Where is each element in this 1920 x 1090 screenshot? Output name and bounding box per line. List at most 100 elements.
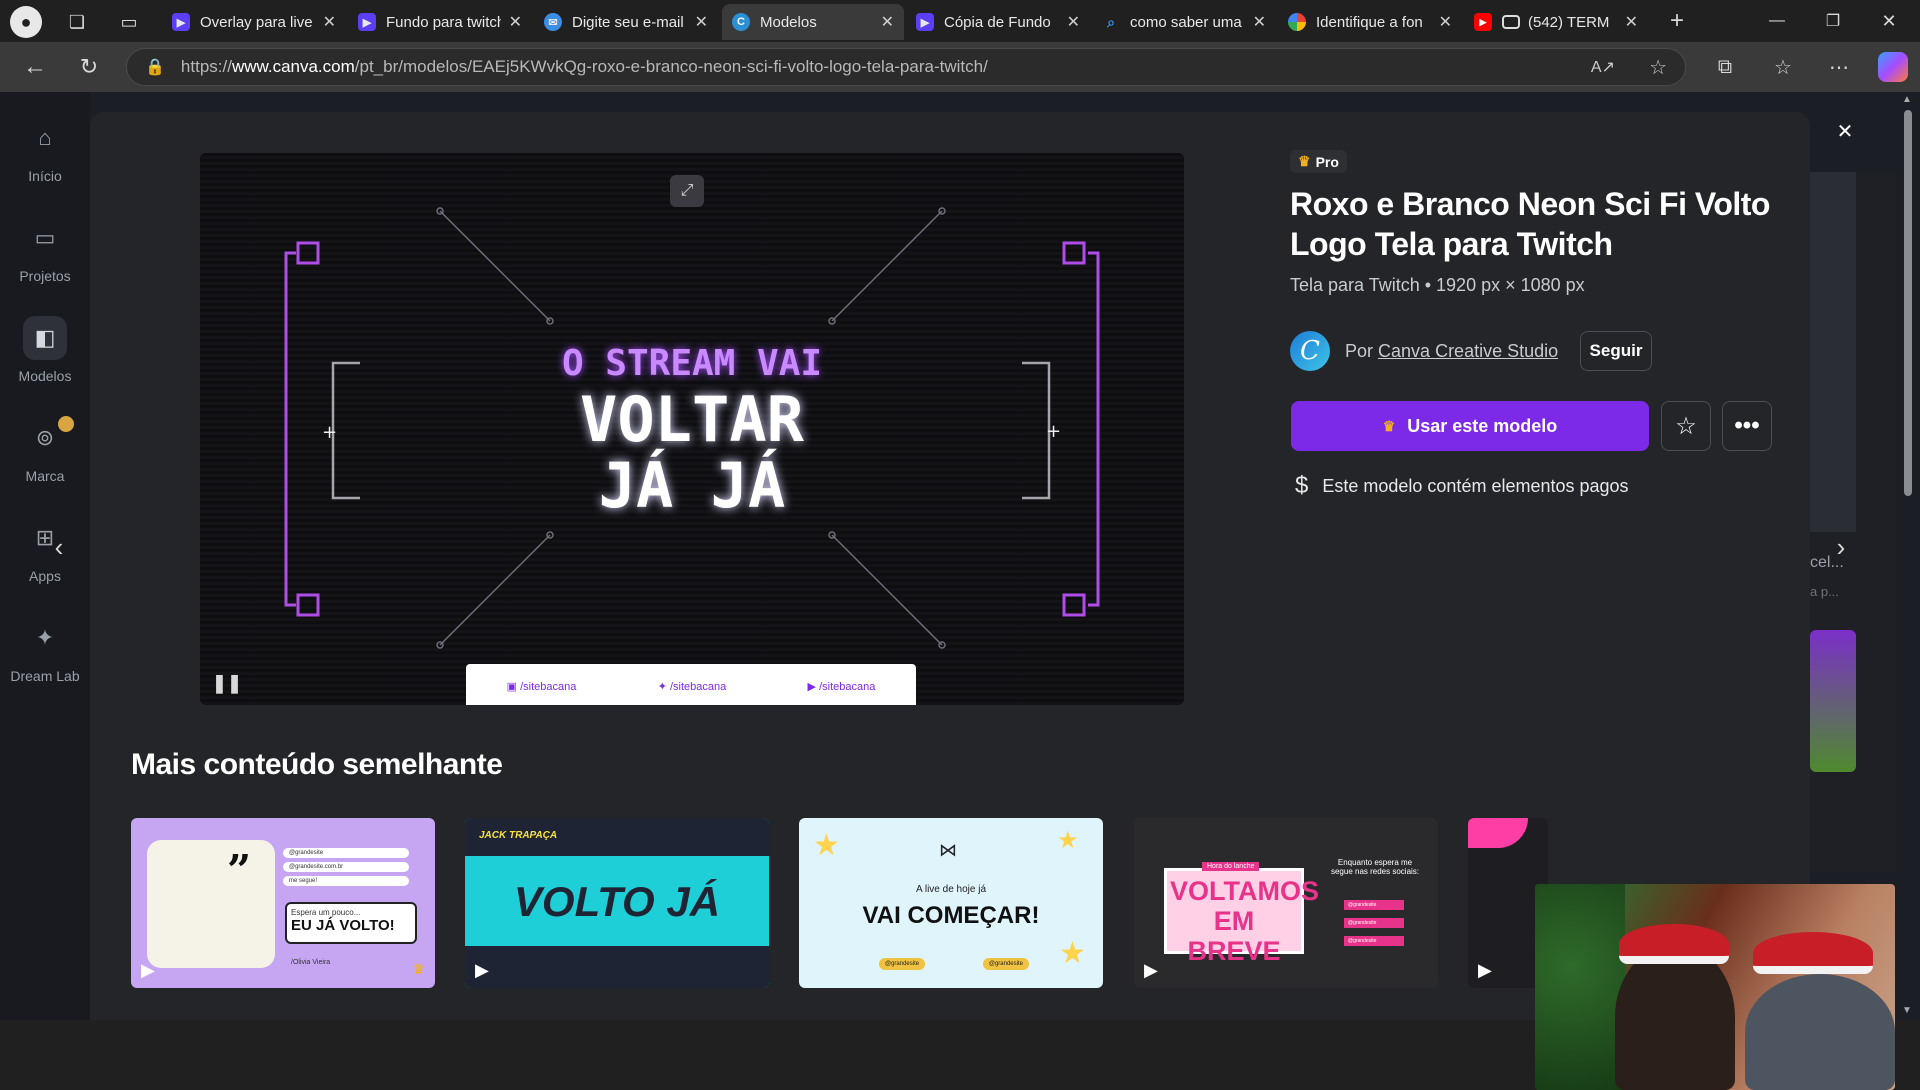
home-icon: ⌂ bbox=[38, 125, 52, 150]
scroll-thumb[interactable] bbox=[1904, 110, 1912, 496]
close-tab-icon[interactable]: ✕ bbox=[1625, 12, 1638, 32]
author-line: Por Canva Creative Studio bbox=[1345, 341, 1559, 361]
tab-identifique[interactable]: Identifique a fon ✕ bbox=[1278, 4, 1462, 40]
sidebar-item-dreamlab[interactable]: ✦ Dream Lab bbox=[0, 616, 90, 684]
play-icon[interactable]: ▶ bbox=[1478, 960, 1498, 980]
dreamlab-icon: ✦ bbox=[35, 625, 55, 650]
dollar-icon: $ bbox=[1295, 472, 1309, 499]
more-options-button[interactable]: ••• bbox=[1722, 401, 1772, 451]
sidebar-item-marca[interactable]: ⊚ Marca bbox=[0, 416, 90, 484]
template-preview: + + O STREAM VAI VOLTAR JÁ JÁ ▣ /sitebaca… bbox=[200, 153, 1184, 705]
similar-card[interactable]: ” @grandesite @grandesite.com.br me segu… bbox=[131, 818, 435, 988]
profile-icon[interactable]: ● bbox=[10, 6, 42, 38]
favorite-button[interactable]: ☆ bbox=[1661, 401, 1711, 451]
star-icon: ★ bbox=[1059, 937, 1086, 970]
reload-icon[interactable]: ↻ bbox=[74, 52, 104, 82]
fullscreen-icon[interactable]: ⤢ bbox=[670, 175, 704, 207]
card-accent bbox=[1468, 818, 1528, 848]
more-dots-icon: ••• bbox=[1734, 412, 1760, 439]
close-tab-icon[interactable]: ✕ bbox=[881, 12, 894, 32]
star-icon: ★ bbox=[1057, 827, 1079, 854]
previous-arrow-icon[interactable]: ‹ bbox=[44, 532, 74, 562]
youtube-icon: ▶ bbox=[1474, 13, 1492, 31]
background-thumb bbox=[1810, 630, 1856, 772]
read-aloud-icon[interactable]: A↗ bbox=[1591, 57, 1615, 77]
new-tab-icon[interactable]: + bbox=[1662, 6, 1692, 36]
play-icon[interactable]: ▶ bbox=[475, 960, 495, 980]
favorites-icon[interactable]: ☆ bbox=[1768, 52, 1798, 82]
back-icon[interactable]: ← bbox=[20, 52, 50, 82]
restore-icon[interactable]: ❐ bbox=[1818, 6, 1848, 36]
scroll-down-icon[interactable]: ▼ bbox=[1902, 1005, 1912, 1016]
twitch-icon: ▣ /sitebacana bbox=[506, 680, 577, 693]
scroll-up-icon[interactable]: ▲ bbox=[1902, 94, 1912, 105]
author-avatar[interactable]: C bbox=[1290, 331, 1330, 371]
pip-person-right bbox=[1745, 974, 1895, 1090]
tab-email[interactable]: ✉ Digite seu e-mail ✕ bbox=[534, 4, 718, 40]
close-tab-icon[interactable]: ✕ bbox=[1439, 12, 1452, 32]
pro-badge: ♛ Pro bbox=[1290, 150, 1347, 173]
favorite-star-icon[interactable]: ☆ bbox=[1649, 55, 1667, 80]
pause-icon[interactable]: ❚❚ bbox=[212, 671, 242, 695]
tab-fundo[interactable]: ▶ Fundo para twitch ✕ bbox=[348, 4, 532, 40]
address-bar: ← ↻ 🔒 https://www.canva.com/pt_br/modelo… bbox=[0, 42, 1920, 92]
tab-search[interactable]: ⌕ como saber uma ✕ bbox=[1092, 4, 1276, 40]
lock-icon: 🔒 bbox=[145, 59, 165, 76]
close-tab-icon[interactable]: ✕ bbox=[1253, 12, 1266, 32]
tab-overlay[interactable]: ▶ Overlay para live ✕ bbox=[162, 4, 346, 40]
close-tab-icon[interactable]: ✕ bbox=[509, 12, 522, 32]
background-peek: cel... a p... bbox=[1810, 172, 1896, 872]
tab-youtube[interactable]: ▶ (542) TERM ✕ bbox=[1464, 4, 1648, 40]
pip-tree bbox=[1535, 884, 1625, 1090]
next-arrow-icon[interactable]: › bbox=[1826, 532, 1856, 562]
preview-headline-main: VOLTAR bbox=[580, 383, 804, 456]
template-meta: Tela para Twitch • 1920 px × 1080 px bbox=[1290, 275, 1585, 295]
copilot-icon[interactable] bbox=[1878, 52, 1908, 82]
canva-app: ⌂ Início ▭ Projetos ◧ Modelos ⊚ Marca ⊞ … bbox=[0, 92, 1920, 1090]
sidebar-item-projetos[interactable]: ▭ Projetos bbox=[0, 216, 90, 284]
minimize-icon[interactable]: — bbox=[1762, 6, 1792, 36]
template-title: Roxo e Branco Neon Sci Fi Volto Logo Tel… bbox=[1290, 186, 1770, 262]
close-tab-icon[interactable]: ✕ bbox=[1067, 12, 1080, 32]
workspaces-icon[interactable]: ❏ bbox=[62, 8, 92, 36]
quote-icon: ” bbox=[227, 846, 252, 895]
card-message: Espera um pouco... EU JÁ VOLTO! bbox=[285, 902, 417, 944]
pip-person-left bbox=[1615, 944, 1735, 1090]
twitter-icon: ✦ /sitebacana bbox=[657, 680, 727, 693]
tab-modelos[interactable]: C Modelos ✕ bbox=[722, 4, 904, 40]
url-field[interactable]: 🔒 https://www.canva.com/pt_br/modelos/EA… bbox=[126, 48, 1686, 86]
close-tab-icon[interactable]: ✕ bbox=[695, 12, 708, 32]
close-tab-icon[interactable]: ✕ bbox=[323, 12, 336, 32]
similar-card[interactable]: Hora do lanche VOLTAMOS EM BREVE Enquant… bbox=[1134, 818, 1438, 988]
preview-headline-top: O STREAM VAI bbox=[561, 343, 823, 384]
extensions-icon[interactable]: ⧉ bbox=[1710, 52, 1740, 82]
sidebar-item-modelos[interactable]: ◧ Modelos bbox=[0, 316, 90, 384]
sidebar-item-inicio[interactable]: ⌂ Início bbox=[0, 116, 90, 184]
play-icon[interactable]: ▶ bbox=[141, 960, 161, 980]
pip-santa-hat-left bbox=[1619, 924, 1729, 964]
preview-socials-bar: ▣ /sitebacana ✦ /sitebacana ▶ /sitebacan… bbox=[466, 664, 916, 705]
pip-icon bbox=[1502, 15, 1520, 29]
bowtie-logo-icon: ⋈ bbox=[939, 840, 957, 860]
author-link[interactable]: Canva Creative Studio bbox=[1378, 341, 1558, 361]
more-icon[interactable]: ⋯ bbox=[1824, 52, 1854, 82]
preview-headline-sub: JÁ JÁ bbox=[598, 449, 786, 522]
tab-actions-icon[interactable]: ▭ bbox=[114, 8, 144, 36]
scrollbar[interactable]: ▲ ▼ bbox=[1896, 92, 1920, 1020]
crown-icon: ♛ bbox=[1382, 417, 1396, 434]
tab-copia[interactable]: ▶ Cópia de Fundo ✕ bbox=[906, 4, 1090, 40]
close-window-icon[interactable]: ✕ bbox=[1874, 6, 1904, 36]
use-template-button[interactable]: ♛ Usar este modelo bbox=[1291, 401, 1649, 451]
crown-icon: ♛ bbox=[1298, 153, 1311, 169]
crown-icon: ♛ bbox=[412, 961, 425, 977]
close-modal-icon[interactable]: ✕ bbox=[1830, 116, 1860, 146]
card-handles: @grandesite @grandesite bbox=[879, 958, 1029, 970]
canva-video-icon: ▶ bbox=[358, 13, 376, 31]
similar-card[interactable]: ⋈ A live de hoje já VAI COMEÇAR! ★ ★ ★ @… bbox=[799, 818, 1103, 988]
picture-in-picture-video[interactable] bbox=[1535, 884, 1895, 1090]
similar-card[interactable]: JACK TRAPAÇA VOLTO JÁ ▶ bbox=[465, 818, 769, 988]
follow-button[interactable]: Seguir bbox=[1580, 331, 1652, 371]
card-handles: @grandesite @grandesite.com.br me segue! bbox=[283, 848, 409, 886]
play-icon[interactable]: ▶ bbox=[1144, 960, 1164, 980]
star-icon: ★ bbox=[813, 829, 840, 862]
